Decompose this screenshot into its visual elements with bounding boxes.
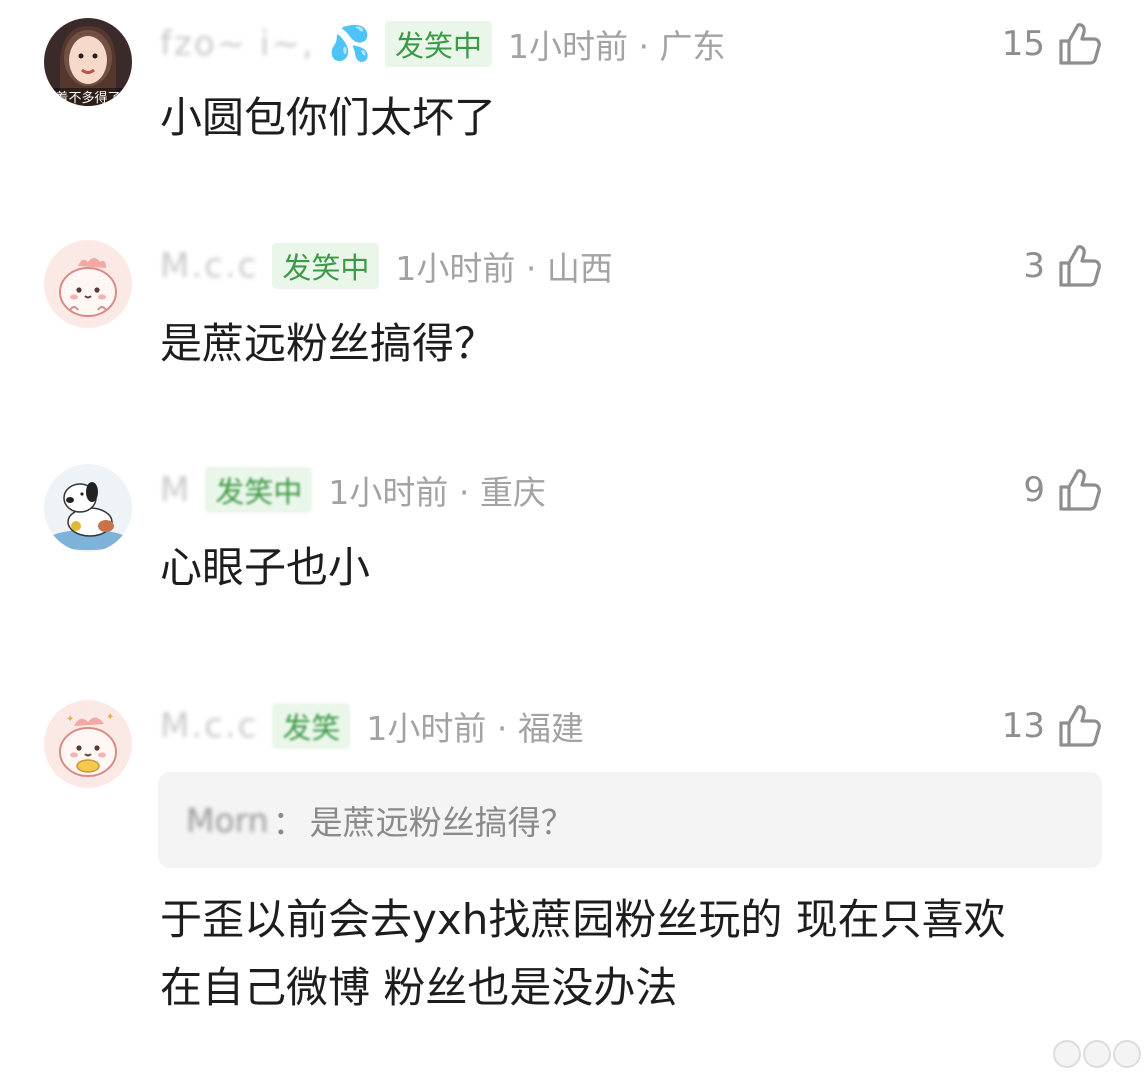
status-badge: 发笑 [272, 703, 351, 749]
avatar[interactable]: ✦ ✦ [44, 700, 132, 788]
username[interactable]: M.c.c [160, 246, 258, 286]
comment-item: ✦ ✦ M.c.c 发笑 1小时前 · 福建 13 Morn ： 是蔗远粉丝搞得… [0, 680, 1147, 1080]
comment-item: M.c.c 发笑中 1小时前 · 山西 3 是蔗远粉丝搞得？ [0, 220, 1147, 440]
username[interactable]: M [160, 470, 191, 510]
comment-text-line: 于歪以前会去yxh找蔗园粉丝玩的 现在只喜欢 [160, 895, 1006, 944]
thumbs-up-icon [1053, 19, 1103, 69]
username[interactable]: fzo~ i~, [160, 24, 315, 64]
like-count: 3 [1023, 246, 1045, 286]
quote-text: 是蔗远粉丝搞得？ [309, 803, 574, 842]
status-badge: 发笑中 [385, 21, 493, 67]
timestamp-location: 1小时前 · 重庆 [328, 473, 546, 512]
quoted-reply[interactable]: Morn ： 是蔗远粉丝搞得？ [158, 772, 1102, 868]
indicator-dot [1053, 1040, 1081, 1068]
like-count: 13 [1001, 706, 1045, 746]
avatar-image [44, 464, 132, 552]
watermark-indicator [1053, 1040, 1141, 1068]
quote-username: Morn [186, 800, 269, 840]
comment-item: M 发笑中 1小时前 · 重庆 9 心眼子也小 [0, 444, 1147, 664]
comment-meta: M.c.c 发笑中 1小时前 · 山西 [160, 238, 613, 294]
status-badge: 发笑中 [272, 243, 380, 289]
comment-text: 小圆包你们太坏了 [160, 93, 497, 142]
status-badge: 发笑中 [205, 467, 313, 513]
quote-separator: ： [272, 803, 306, 842]
timestamp-location: 1小时前 · 广东 [508, 27, 726, 66]
comment-text: 于歪以前会去yxh找蔗园粉丝玩的 现在只喜欢 在自己微博 粉丝也是没办法 [160, 886, 1103, 1022]
avatar-image: ✦ ✦ [44, 700, 132, 788]
comment-meta: M 发笑中 1小时前 · 重庆 [160, 462, 546, 518]
comment-text-line: 在自己微博 粉丝也是没办法 [160, 963, 678, 1012]
comment-text: 是蔗远粉丝搞得？ [160, 319, 497, 368]
avatar-caption: 着不多得了 [55, 90, 120, 106]
like-button[interactable]: 15 [1002, 16, 1103, 72]
comment-text: 心眼子也小 [160, 543, 371, 592]
sweat-drop-emoji: 💦 [328, 24, 371, 64]
avatar-image [44, 240, 132, 328]
like-button[interactable]: 9 [1023, 462, 1103, 518]
like-button[interactable]: 3 [1023, 238, 1103, 294]
avatar-image: 着不多得了 [44, 18, 132, 106]
avatar[interactable] [44, 464, 132, 552]
svg-text:✦: ✦ [106, 712, 114, 723]
avatar[interactable]: 着不多得了 [44, 18, 132, 106]
like-count: 9 [1023, 470, 1045, 510]
thumbs-up-icon [1053, 701, 1103, 751]
timestamp-location: 1小时前 · 福建 [366, 709, 584, 748]
indicator-dot [1113, 1040, 1141, 1068]
like-button[interactable]: 13 [1002, 698, 1103, 754]
comment-meta: M.c.c 发笑 1小时前 · 福建 [160, 698, 584, 754]
timestamp-location: 1小时前 · 山西 [395, 249, 613, 288]
svg-text:✦: ✦ [66, 714, 74, 725]
thumbs-up-icon [1053, 241, 1103, 291]
username[interactable]: M.c.c [160, 706, 258, 746]
comment-meta: fzo~ i~, 💦 发笑中 1小时前 · 广东 [160, 16, 725, 72]
thumbs-up-icon [1053, 465, 1103, 515]
comment-item: 着不多得了 fzo~ i~, 💦 发笑中 1小时前 · 广东 15 小圆包你们太… [0, 0, 1147, 220]
like-count: 15 [1001, 24, 1045, 64]
avatar[interactable] [44, 240, 132, 328]
indicator-dot [1083, 1040, 1111, 1068]
